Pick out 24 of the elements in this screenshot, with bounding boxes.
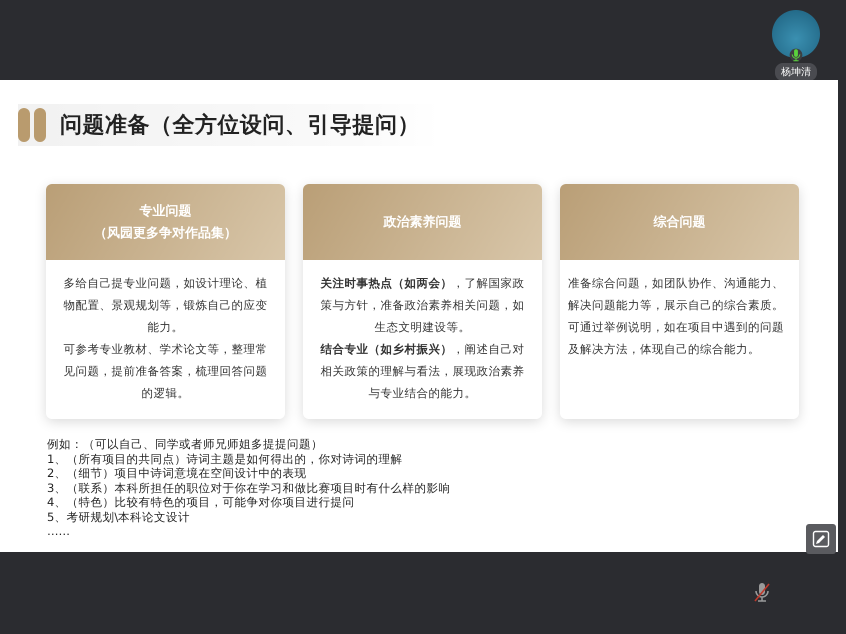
title-marker-icon	[18, 108, 48, 142]
annotate-button[interactable]	[806, 524, 836, 554]
card-paragraph: 多给自己提专业问题，如设计理论、植物配置、景观规划等，锻炼自己的应变能力。	[62, 275, 268, 336]
pencil-icon	[812, 530, 830, 548]
card-paragraph: 可通过举例说明，如在项目中遇到的问题及解决方法，体现自己的综合能力。	[568, 319, 785, 358]
example-line: 3、（联系）本科所担任的职位对于你在学习和做比赛项目时有什么样的影响	[47, 480, 452, 495]
card-heading: 综合问题	[654, 214, 706, 231]
participant-name: 杨坤清	[775, 63, 817, 81]
avatar	[772, 10, 820, 58]
card-paragraph: 关注时事热点（如两会），了解国家政策与方针，准备政治素养相关问题，如生态文明建设等。	[319, 275, 526, 336]
microphone-icon[interactable]	[752, 581, 772, 605]
card-paragraph: 可参考专业教材、学术论文等，整理常见问题，提前准备答案，梳理回答问题的逻辑。	[62, 341, 268, 402]
example-line: 2、（细节）项目中诗词意境在空间设计中的表现	[47, 466, 308, 480]
card-heading: 专业问题	[140, 203, 192, 220]
example-line: ……	[47, 524, 71, 538]
example-line: 5、考研规划\本科论文设计	[47, 510, 192, 524]
example-line: 例如：（可以自己、同学或者师兄师姐多提提问题）	[47, 437, 324, 452]
example-line: 4、（特色）比较有特色的项目，可能争对你项目进行提问	[47, 495, 356, 510]
card-heading: （风园更多争对作品集）	[94, 225, 237, 242]
card-paragraph: 结合专业（如乡村振兴），阐述自己对相关政策的理解与看法，展现政治素养与专业结合的能力。	[319, 341, 526, 402]
card-heading: 政治素养问题	[384, 214, 462, 231]
slide-title: 问题准备（全方位设问、引导提问）	[60, 112, 420, 140]
card-paragraph: 准备综合问题，如团队协作、沟通能力、解决问题能力等，展示自己的综合素质。	[568, 275, 785, 314]
example-line: 1、（所有项目的共同点）诗词主题是如何得出的，你对诗词的理解	[47, 452, 404, 466]
